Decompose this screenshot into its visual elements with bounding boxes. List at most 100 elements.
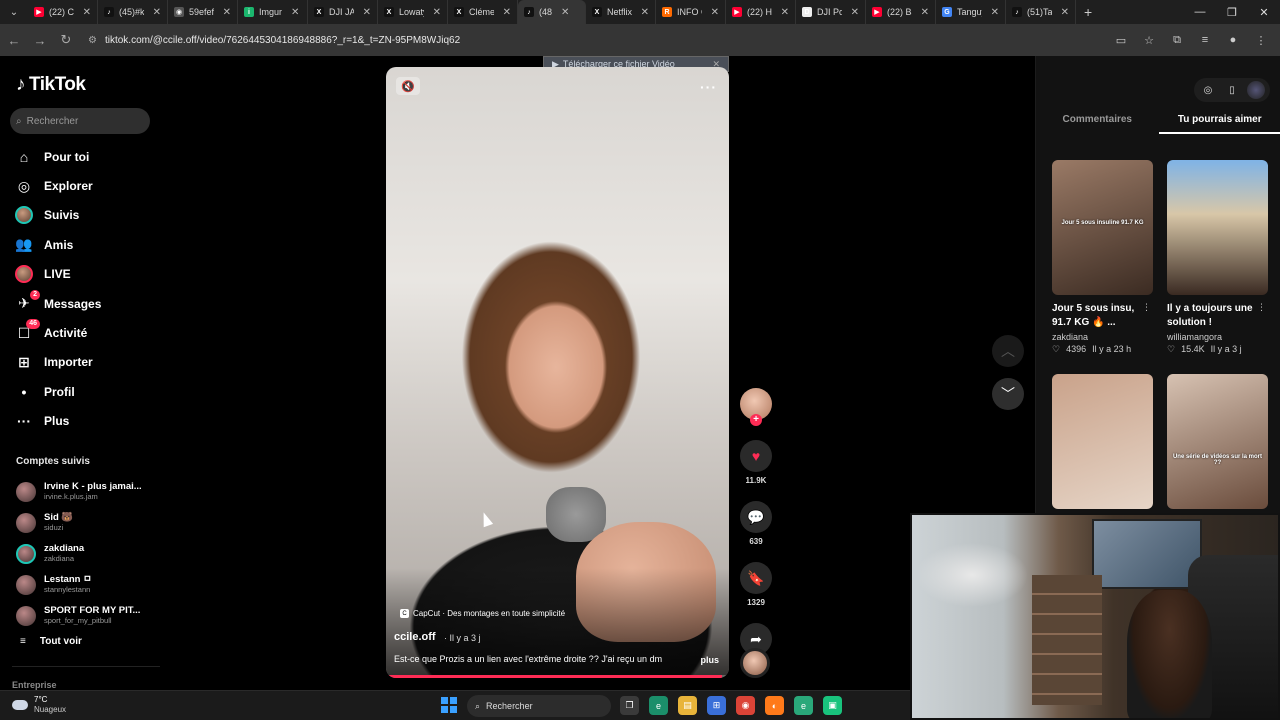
user-avatar[interactable] [1247,81,1265,99]
search-input[interactable]: ⌕ Rechercher [10,108,150,134]
tab-close-icon[interactable]: ✕ [921,7,929,18]
browser-tab[interactable]: X DJI JAP ✕ [308,0,378,24]
creator-avatar[interactable]: + [740,388,772,426]
edge-icon[interactable]: e [649,696,668,715]
close-window-icon[interactable]: ✕ [1248,0,1280,24]
task-view-icon[interactable]: ❐ [620,696,639,715]
card-more-icon[interactable]: ⋮ [1257,302,1266,313]
tab-close-icon[interactable]: ✕ [223,7,231,18]
app-green-icon[interactable]: ▣ [823,696,842,715]
follow-plus-icon[interactable]: + [750,414,762,426]
tab-close-icon[interactable]: ✕ [153,7,161,18]
sidebar-item-more[interactable]: ··· Plus [14,407,154,436]
tab-close-icon[interactable]: ✕ [291,7,299,18]
suggested-video-card[interactable] [1052,374,1153,509]
card-user[interactable]: zakdiana [1052,332,1153,342]
tab-close-icon[interactable]: ✕ [991,7,999,18]
mute-icon[interactable]: 🔇 [396,77,420,95]
card-more-icon[interactable]: ⋮ [1142,302,1151,313]
tab-you-may-like[interactable]: Tu pourrais aimer [1158,114,1280,134]
browser-tab[interactable]: ♪ (51)Tan ✕ [1006,0,1076,24]
bookmark-icon[interactable]: 🔖 [740,562,772,594]
card-user[interactable]: williamangora [1167,332,1268,342]
video-thumbnail[interactable] [1167,160,1268,295]
save-action[interactable]: 🔖 1329 [738,562,774,607]
forward-icon[interactable]: → [28,28,52,52]
extensions-icon[interactable]: ⧉ [1166,29,1188,51]
windows-start-icon[interactable] [441,697,457,713]
previous-video-chevron-up-icon[interactable]: ︿ [992,335,1024,367]
following-account[interactable]: Lestann ㅁ stannylestann [16,569,156,600]
tiktok-logo[interactable]: ♪ TikTok [16,74,86,96]
device-icon[interactable]: ▯ [1223,81,1241,99]
heart-icon[interactable]: ♥ [740,440,772,472]
chrome-icon[interactable]: ◉ [736,696,755,715]
video-thumbnail[interactable] [1052,374,1153,509]
next-video-chevron-down-icon[interactable]: ﹀ [992,378,1024,410]
tab-close-icon[interactable]: ✕ [851,7,859,18]
browser-tab[interactable]: D DJI Po ✕ [796,0,866,24]
browser-tab[interactable]: ▶ (22) Ce ✕ [28,0,98,24]
reload-icon[interactable]: ↻ [54,28,78,52]
browser-menu-icon[interactable]: ⋮ [1250,29,1272,51]
bookmark-star-icon[interactable]: ☆ [1138,29,1160,51]
back-icon[interactable]: ← [2,28,26,52]
browser-tab[interactable]: i Imgur ✕ [238,0,308,24]
suggested-video-card[interactable]: Jour 5 sous insuline 91.7 KG Jour 5 sous … [1052,160,1153,355]
media-controls-icon[interactable]: ≡ [1194,29,1216,51]
video-more-icon[interactable]: ··· [700,79,717,95]
comment-action[interactable]: 💬 639 [738,501,774,546]
explore-compass-icon[interactable]: ◎ [1199,81,1217,99]
browser-tab[interactable]: X Lowaty ✕ [378,0,448,24]
edge-dev-icon[interactable]: e [794,696,813,715]
url-field[interactable]: ⚙ tiktok.com/@ccile.off/video/7626445304… [88,29,1110,51]
sidebar-item-messages[interactable]: ✈ 2 Messages [14,289,154,318]
store-icon[interactable]: ⊞ [707,696,726,715]
weather-widget[interactable]: 7°C Nuageux [12,695,66,715]
browser-tab[interactable]: ▶ (22) Ba ✕ [866,0,936,24]
sidebar-item-activity[interactable]: ☐ 46 Activité [14,318,154,347]
tab-close-icon[interactable]: ✕ [363,7,371,18]
following-account[interactable]: Sid 🐻 siduzi [16,507,156,538]
tab-close-icon[interactable]: ✕ [1061,7,1069,18]
video-author[interactable]: ccile.off [394,631,436,643]
sidebar-item-live-avatar[interactable]: LIVE [14,260,154,289]
browser-tab[interactable]: ♪ (45)#ki ✕ [98,0,168,24]
new-tab-button[interactable]: + [1076,4,1100,20]
browser-tab[interactable]: ♪ (48 ✕ [518,0,586,24]
browser-tab[interactable]: X Clémen ✕ [448,0,518,24]
suggested-video-card[interactable]: Il y a toujours une solution ! ⋮ williaman… [1167,160,1268,355]
video-player[interactable]: 🔇 ··· C CapCut · Des montages en toute s… [386,67,729,678]
sidebar-item-compass[interactable]: ◎ Explorer [14,171,154,200]
music-disc-icon[interactable] [740,648,770,678]
tab-close-icon[interactable]: ✕ [561,7,569,18]
sidebar-item-home[interactable]: ⌂ Pour toi [14,142,154,171]
tab-close-icon[interactable]: ✕ [503,7,511,18]
browser-tab[interactable]: R INFO C ✕ [656,0,726,24]
firefox-icon[interactable]: ◐ [765,696,784,715]
video-thumbnail[interactable]: Une série de vidéos sur la mort ?? [1167,374,1268,509]
tab-close-icon[interactable]: ✕ [83,7,91,18]
tab-close-icon[interactable]: ✕ [711,7,719,18]
browser-tab[interactable]: X Netflix ✕ [586,0,656,24]
comment-icon[interactable]: 💬 [740,501,772,533]
tab-close-icon[interactable]: ✕ [781,7,789,18]
cast-icon[interactable]: ▭ [1110,29,1132,51]
sidebar-item-friends[interactable]: 👥 Amis [14,230,154,259]
file-explorer-icon[interactable]: ▤ [678,696,697,715]
sidebar-item-following-avatar[interactable]: Suivis [14,201,154,230]
browser-tab[interactable]: ◉ 59efef ✕ [168,0,238,24]
like-action[interactable]: ♥ 11.9K [738,440,774,485]
card-title[interactable]: Il y a toujours une solution ! [1167,302,1268,330]
footer-entreprise-link[interactable]: Entreprise [12,680,57,690]
maximize-icon[interactable]: ❐ [1216,0,1248,24]
browser-tab[interactable]: G Tanguy ✕ [936,0,1006,24]
video-progress-bar[interactable] [386,675,729,678]
see-all-link[interactable]: ≡ Tout voir [20,636,82,647]
capcut-tag[interactable]: C CapCut · Des montages en toute simplic… [400,609,565,618]
video-thumbnail[interactable]: Jour 5 sous insuline 91.7 KG [1052,160,1153,295]
suggested-video-card[interactable]: Une série de vidéos sur la mort ?? [1167,374,1268,509]
profile-icon[interactable]: ● [1222,29,1244,51]
minimize-icon[interactable]: — [1184,0,1216,24]
sidebar-item-profile[interactable]: • Profil [14,377,154,406]
